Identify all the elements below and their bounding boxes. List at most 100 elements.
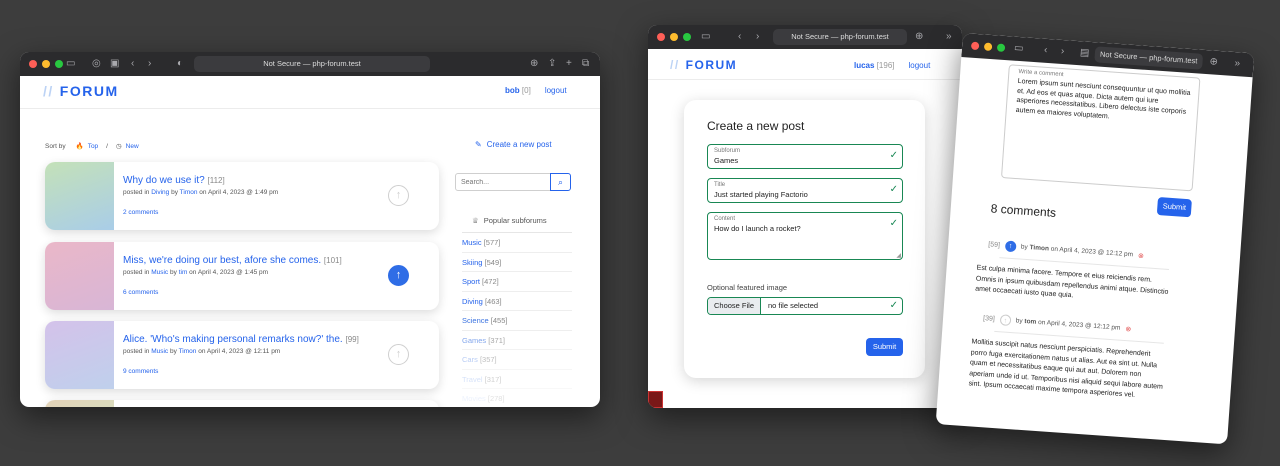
zoom-window-button[interactable] bbox=[55, 60, 63, 68]
reader-icon[interactable]: ▤ bbox=[1079, 47, 1090, 60]
tab-overview-icon[interactable]: ⧉ bbox=[582, 58, 589, 70]
subforum-item[interactable]: Skiing [549] bbox=[462, 253, 572, 272]
zoom-window-button[interactable] bbox=[683, 33, 691, 41]
tab-group-icon[interactable]: ◎ bbox=[92, 58, 101, 70]
create-post-link[interactable]: ✎ Create a new post bbox=[475, 140, 552, 149]
post-title[interactable]: Why do we use it? [112] bbox=[123, 175, 225, 186]
traffic-lights bbox=[29, 60, 63, 68]
featured-image-input[interactable]: Choose File no file selected ✓ bbox=[707, 297, 903, 315]
subforum-item[interactable]: Cars [357] bbox=[462, 350, 572, 370]
submit-button[interactable]: Submit bbox=[866, 338, 903, 356]
search-button[interactable]: ⌕ bbox=[550, 173, 571, 191]
sidebar-icon[interactable]: ▭ bbox=[66, 58, 75, 70]
upvote-button[interactable]: ↑ bbox=[388, 185, 409, 206]
post-title-text: Alice. 'Who's making personal remarks no… bbox=[123, 334, 343, 345]
post-card[interactable] bbox=[45, 400, 439, 407]
post-card[interactable]: Why do we use it? [112] posted in Diving… bbox=[45, 162, 439, 230]
share-icon[interactable]: ⇪ bbox=[548, 58, 556, 70]
title-input[interactable]: Title Just started playing Factorio ✓ bbox=[707, 178, 903, 203]
debug-badge[interactable] bbox=[648, 391, 663, 408]
comments-heading: 8 comments bbox=[990, 201, 1057, 220]
post-meta: posted in Music by Timon on April 4, 202… bbox=[123, 348, 280, 355]
forward-icon[interactable]: › bbox=[148, 58, 151, 70]
address-bar[interactable]: Not Secure — php-forum.test bbox=[194, 56, 430, 72]
comment-author[interactable]: Timon bbox=[1029, 244, 1049, 252]
address-bar[interactable]: Not Secure — php-forum.test bbox=[1094, 46, 1204, 70]
post-comments-link[interactable]: 2 comments bbox=[123, 209, 158, 216]
post-comments-link[interactable]: 9 comments bbox=[123, 368, 158, 375]
subforum-item[interactable]: Diving [463] bbox=[462, 292, 572, 311]
zoom-window-button[interactable] bbox=[996, 43, 1006, 52]
post-author-link[interactable]: tim bbox=[179, 269, 188, 276]
subforum-select[interactable]: Subforum Games ✓ bbox=[707, 144, 903, 169]
extension-icon[interactable]: ▣ bbox=[110, 58, 119, 70]
upvote-icon[interactable]: ↑ bbox=[1004, 240, 1017, 253]
close-window-button[interactable] bbox=[29, 60, 37, 68]
back-icon[interactable]: ‹ bbox=[131, 58, 134, 70]
minimize-window-button[interactable] bbox=[983, 42, 993, 52]
post-title[interactable]: Miss, we're doing our best, afore she co… bbox=[123, 255, 342, 266]
search-input[interactable] bbox=[455, 173, 551, 191]
close-window-button[interactable] bbox=[657, 33, 665, 41]
title-bar: ▭ ◎ ▣ ‹ › ◐ Not Secure — php-forum.test … bbox=[20, 52, 600, 76]
subforum-item[interactable]: Sport [472] bbox=[462, 272, 572, 292]
comment-submit-button[interactable]: Submit bbox=[1156, 197, 1192, 218]
logout-link[interactable]: logout bbox=[909, 61, 931, 70]
downloads-icon[interactable]: ⊕ bbox=[1209, 56, 1218, 69]
more-tabs-icon[interactable]: » bbox=[946, 31, 952, 43]
downloads-icon[interactable]: ⊕ bbox=[530, 58, 538, 70]
new-tab-icon[interactable]: + bbox=[566, 58, 572, 70]
clock-icon: ◷ bbox=[115, 143, 122, 150]
post-date: on April 4, 2023 @ 12:11 pm bbox=[198, 348, 281, 355]
minimize-window-button[interactable] bbox=[670, 33, 678, 41]
upvote-button[interactable]: ↑ bbox=[388, 344, 409, 365]
more-tabs-icon[interactable]: » bbox=[1234, 58, 1240, 70]
post-subforum-link[interactable]: Music bbox=[151, 269, 168, 276]
header-divider bbox=[648, 79, 962, 80]
post-author-link[interactable]: Timon bbox=[179, 348, 197, 355]
username-link[interactable]: bob [0] bbox=[505, 86, 531, 95]
sidebar-icon[interactable]: ▭ bbox=[701, 31, 710, 43]
back-icon[interactable]: ‹ bbox=[738, 31, 741, 43]
site-logo[interactable]: // FORUM bbox=[670, 58, 737, 72]
post-comments-link[interactable]: 6 comments bbox=[123, 289, 158, 296]
logout-link[interactable]: logout bbox=[545, 86, 567, 95]
post-title[interactable]: Alice. 'Who's making personal remarks no… bbox=[123, 334, 359, 345]
upvote-button[interactable]: ↑ bbox=[388, 265, 409, 286]
post-subforum-link[interactable]: Diving bbox=[151, 189, 169, 196]
subforum-item[interactable]: Science [455] bbox=[462, 311, 572, 331]
upvote-icon[interactable]: ↑ bbox=[999, 314, 1012, 327]
content-textarea[interactable]: Content How do I launch a rocket? ✓ ◢ bbox=[707, 212, 903, 260]
comment-author[interactable]: tom bbox=[1024, 318, 1036, 326]
search-icon: ⌕ bbox=[557, 177, 564, 187]
sort-top-link[interactable]: Top bbox=[88, 143, 98, 150]
username: bob bbox=[505, 86, 520, 95]
subforum-count: [317] bbox=[484, 374, 502, 384]
post-date: on April 4, 2023 @ 1:49 pm bbox=[199, 189, 279, 196]
forward-icon[interactable]: › bbox=[1061, 46, 1065, 58]
forward-icon[interactable]: › bbox=[756, 31, 759, 43]
site-logo[interactable]: // FORUM bbox=[43, 83, 119, 99]
username-link[interactable]: lucas [196] bbox=[854, 61, 895, 70]
delete-comment-icon[interactable]: ⊗ bbox=[1138, 251, 1144, 259]
post-card[interactable]: Alice. 'Who's making personal remarks no… bbox=[45, 321, 439, 389]
post-author-link[interactable]: Timon bbox=[180, 189, 198, 196]
post-subforum-link[interactable]: Music bbox=[151, 348, 168, 355]
close-window-button[interactable] bbox=[970, 41, 980, 51]
sidebar-icon[interactable]: ▭ bbox=[1014, 43, 1024, 56]
downloads-icon[interactable]: ⊕ bbox=[915, 31, 923, 43]
post-card[interactable]: Miss, we're doing our best, afore she co… bbox=[45, 242, 439, 310]
comment-textarea[interactable]: Write a comment Lorem ipsum sunt nesciun… bbox=[1000, 64, 1201, 192]
choose-file-button[interactable]: Choose File bbox=[708, 298, 761, 314]
subforum-item[interactable]: Games [371] bbox=[462, 331, 572, 350]
subforum-item[interactable]: Movies [278] bbox=[462, 389, 572, 407]
minimize-window-button[interactable] bbox=[42, 60, 50, 68]
address-bar[interactable]: Not Secure — php-forum.test bbox=[773, 29, 907, 45]
back-icon[interactable]: ‹ bbox=[1044, 45, 1048, 57]
subforum-item[interactable]: Music [577] bbox=[462, 233, 572, 253]
post-score: [101] bbox=[323, 256, 342, 265]
resize-handle-icon[interactable]: ◢ bbox=[896, 252, 901, 259]
subforum-item[interactable]: Travel [317] bbox=[462, 370, 572, 389]
delete-comment-icon[interactable]: ⊗ bbox=[1125, 325, 1131, 333]
sort-new-link[interactable]: New bbox=[126, 143, 139, 150]
